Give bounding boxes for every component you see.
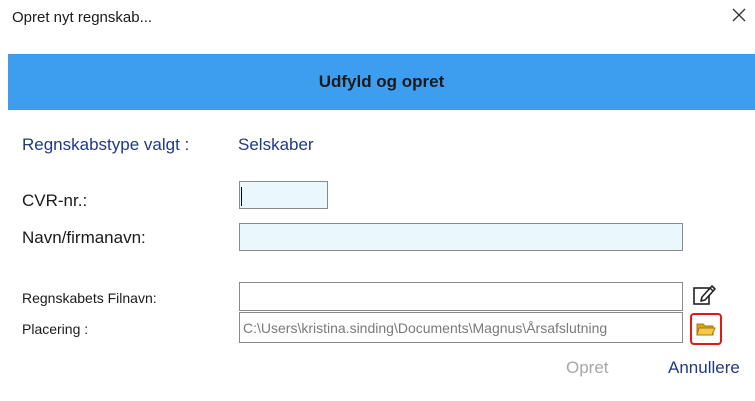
window-title: Opret nyt regnskab... xyxy=(12,9,153,26)
text-caret xyxy=(241,187,242,206)
cancel-button[interactable]: Annullere xyxy=(668,358,740,378)
location-input[interactable]: C:\Users\kristina.sinding\Documents\Magn… xyxy=(239,312,683,343)
create-button[interactable]: Opret xyxy=(566,358,609,378)
close-icon[interactable] xyxy=(728,4,750,26)
header-banner: Udfyld og opret xyxy=(8,54,755,110)
cvr-label: CVR-nr.: xyxy=(22,191,88,210)
folder-icon xyxy=(696,321,716,337)
location-label: Placering : xyxy=(22,321,89,337)
filename-input[interactable] xyxy=(239,282,683,311)
browse-folder-button[interactable] xyxy=(690,313,722,345)
filename-label: Regnskabets Filnavn: xyxy=(22,290,157,306)
banner-title: Udfyld og opret xyxy=(318,72,445,91)
cvr-input[interactable] xyxy=(239,181,328,209)
name-input[interactable] xyxy=(239,223,683,251)
location-value: C:\Users\kristina.sinding\Documents\Magn… xyxy=(243,319,608,336)
account-type-value: Selskaber xyxy=(238,135,314,154)
name-label: Navn/firmanavn: xyxy=(22,228,146,247)
edit-icon[interactable] xyxy=(688,279,720,311)
account-type-label: Regnskabstype valgt : xyxy=(22,135,190,154)
